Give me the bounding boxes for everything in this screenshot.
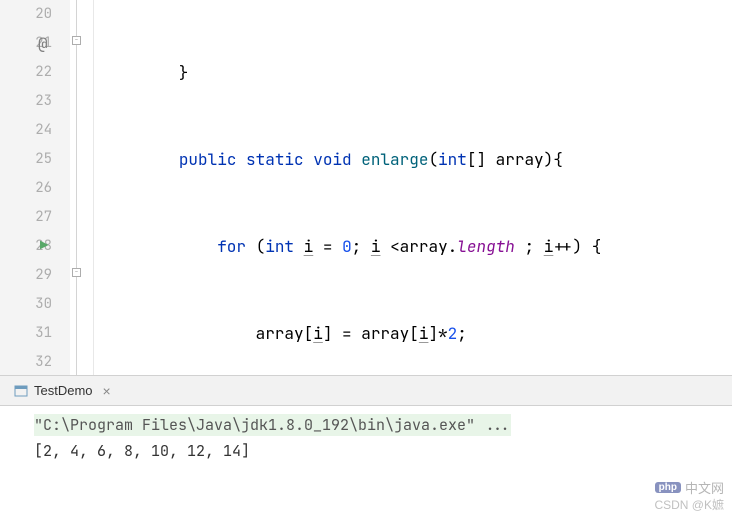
- change-marker-icon: @: [38, 29, 48, 58]
- console-tab-label: TestDemo: [34, 383, 93, 398]
- console-tab[interactable]: TestDemo ×: [6, 376, 119, 405]
- line-number: 26: [0, 174, 52, 203]
- run-gutter-icon[interactable]: ▶: [40, 232, 48, 261]
- line-number: 30: [0, 290, 52, 319]
- code-line[interactable]: array[i] = array[i]*2;: [102, 319, 732, 348]
- watermark: php 中文网: [655, 478, 724, 497]
- line-number: 27: [0, 203, 52, 232]
- run-config-icon: [14, 384, 28, 398]
- fold-column[interactable]: − −: [70, 0, 94, 375]
- line-number-gutter: 20 21@ 22 23 24 25 26 27 28▶ 29 30 31 32: [0, 0, 70, 375]
- line-number: 29: [0, 261, 52, 290]
- line-number: 20: [0, 0, 52, 29]
- code-editor[interactable]: 20 21@ 22 23 24 25 26 27 28▶ 29 30 31 32…: [0, 0, 732, 375]
- code-line[interactable]: }: [102, 58, 732, 87]
- fold-toggle-icon[interactable]: −: [72, 268, 81, 277]
- line-number: 25: [0, 145, 52, 174]
- code-line[interactable]: for (int i = 0; i <array.length ; i++) {: [102, 232, 732, 261]
- close-icon[interactable]: ×: [103, 383, 111, 399]
- fold-toggle-icon[interactable]: −: [72, 36, 81, 45]
- line-number: 24: [0, 116, 52, 145]
- line-number: 23: [0, 87, 52, 116]
- command-line: "C:\Program Files\Java\jdk1.8.0_192\bin\…: [34, 414, 511, 436]
- line-number: 32: [0, 348, 52, 377]
- line-number: 31: [0, 319, 52, 348]
- line-number: 28▶: [0, 232, 52, 261]
- code-content[interactable]: } public static void enlarge(int[] array…: [94, 0, 732, 375]
- console-tab-bar: TestDemo ×: [0, 376, 732, 406]
- line-number: 21@: [0, 29, 52, 58]
- console-output[interactable]: "C:\Program Files\Java\jdk1.8.0_192\bin\…: [0, 406, 732, 470]
- php-badge-icon: php: [655, 482, 681, 493]
- line-number: 22: [0, 58, 52, 87]
- run-tool-window: TestDemo × "C:\Program Files\Java\jdk1.8…: [0, 375, 732, 470]
- watermark-sub: CSDN @K嫬: [654, 496, 724, 513]
- output-line: [2, 4, 6, 8, 10, 12, 14]: [34, 438, 724, 464]
- code-line[interactable]: public static void enlarge(int[] array){: [102, 145, 732, 174]
